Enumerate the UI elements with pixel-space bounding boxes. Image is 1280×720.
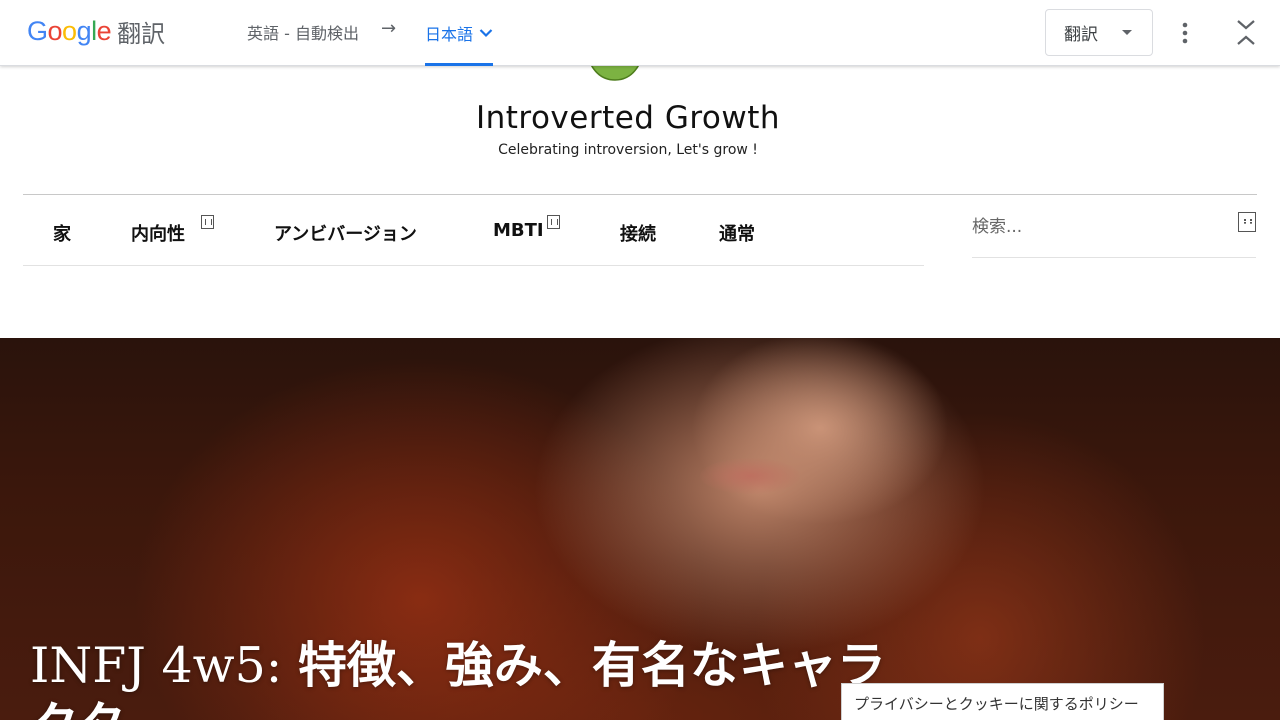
target-language-label: 日本語	[425, 24, 474, 44]
nav-item-connection[interactable]: 接続	[620, 220, 656, 246]
post-title[interactable]: INFJ 4w5: 特徴、強み、有名なキャラクタ	[30, 636, 890, 720]
nav-item-general[interactable]: 通常	[719, 220, 755, 246]
submenu-indicator-icon[interactable]	[201, 215, 214, 229]
source-language[interactable]: 英語 - 自動検出	[247, 20, 359, 44]
google-wordmark: Google	[27, 15, 112, 46]
target-language-tab[interactable]: 日本語	[425, 0, 494, 66]
translate-toolbar: Google 翻訳 英語 - 自動検出 → 日本語 翻訳	[0, 0, 1280, 66]
hero-banner: INFJ 4w5: 特徴、強み、有名なキャラクタ	[0, 338, 1280, 720]
header-divider	[23, 194, 1257, 195]
submenu-indicator-icon[interactable]	[547, 215, 560, 229]
nav-item-introversion[interactable]: 内向性	[131, 220, 185, 246]
nav-item-home[interactable]: 家	[53, 220, 71, 246]
more-vert-icon[interactable]	[1176, 21, 1194, 45]
nav-item-ambiversion[interactable]: アンビバージョン	[274, 220, 417, 246]
site-title[interactable]: Introverted Growth	[0, 100, 1256, 136]
hero-image	[700, 458, 800, 494]
search-icon[interactable]	[1238, 212, 1256, 232]
main-navigation: 家 内向性 アンビバージョン MBTI 接続 通常	[23, 196, 924, 266]
site-tagline: Celebrating introversion, Let's grow !	[498, 142, 758, 158]
translate-button-label: 翻訳	[1064, 25, 1098, 45]
translate-wordmark: 翻訳	[117, 19, 166, 48]
privacy-policy-link[interactable]: プライバシーとクッキーに関するポリシー	[841, 683, 1164, 720]
nav-item-mbti[interactable]: MBTI	[493, 220, 544, 241]
arrow-right-icon: →	[381, 18, 397, 39]
search-input[interactable]	[972, 208, 1222, 246]
chevron-down-icon	[479, 28, 493, 37]
dropdown-caret-icon	[1122, 30, 1132, 35]
translate-button[interactable]: 翻訳	[1045, 9, 1153, 56]
google-translate-logo[interactable]: Google 翻訳	[27, 14, 165, 48]
search-form	[972, 208, 1256, 258]
collapse-icon[interactable]	[1234, 18, 1258, 48]
